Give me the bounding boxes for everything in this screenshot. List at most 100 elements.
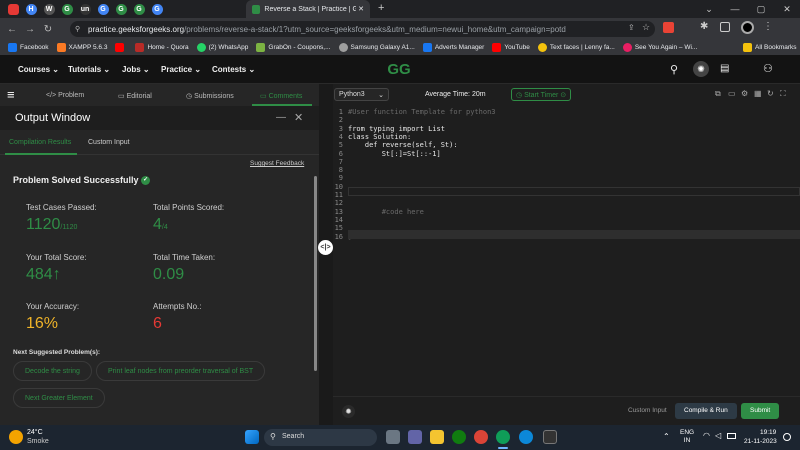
bookmark-samsung[interactable]: Samsung Galaxy A1... (338, 43, 415, 52)
bookmark-facebook[interactable]: Facebook (8, 43, 49, 52)
close-tab-icon[interactable]: ✕ (358, 5, 364, 13)
code-line[interactable]: #User function Template for python3 (348, 108, 496, 116)
bookmark-all[interactable]: All Bookmarks (743, 43, 797, 52)
code-line[interactable]: St[:]=St[::-1] (348, 150, 441, 158)
bookmark-see-you-again[interactable]: See You Again – Wi... (622, 43, 697, 52)
tab-compilation-results[interactable]: Compilation Results (9, 139, 71, 146)
tab-icon-2[interactable]: W (41, 2, 57, 16)
tab-icon-1[interactable]: H (23, 2, 39, 16)
split-view-icon[interactable]: ▦ (754, 89, 762, 98)
clock-date[interactable]: 21-11-2023 (744, 438, 777, 445)
bookmark-adverts[interactable]: Adverts Manager (422, 43, 484, 52)
xbox-icon[interactable] (452, 430, 466, 444)
tab-icon-8[interactable]: G (149, 2, 165, 16)
gmail-icon[interactable] (663, 22, 674, 33)
user-icon[interactable]: ⚇ (763, 62, 773, 75)
sidepanel-icon[interactable] (720, 22, 730, 32)
start-timer-button[interactable]: ◷ Start Timer ⊙ (511, 88, 572, 101)
youtube-tab-icon[interactable] (5, 2, 21, 16)
gfg-logo[interactable]: GG (381, 61, 417, 79)
suggestion-chip[interactable]: Next Greater Element (13, 388, 105, 408)
reset-icon[interactable]: ↻ (767, 89, 774, 98)
drag-handle-icon[interactable]: <|> (318, 240, 333, 255)
tab-icon-6[interactable]: G (113, 2, 129, 16)
extension-icon[interactable]: ✱ (700, 21, 708, 32)
edge-icon[interactable] (519, 430, 533, 444)
search-icon[interactable]: ⚲ (670, 63, 678, 76)
more-menu-icon[interactable]: ⋮ (763, 21, 773, 32)
compile-run-button[interactable]: Compile & Run (675, 403, 737, 419)
file-explorer-icon[interactable] (430, 430, 444, 444)
theme-toggle-icon[interactable]: ✺ (693, 61, 709, 77)
bookmark-textfaces[interactable]: Text faces | Lenny fa... (537, 43, 615, 52)
wifi-icon[interactable]: ◠ (703, 431, 710, 440)
reload-icon[interactable]: ↻ (39, 24, 57, 35)
bookmark-grabon[interactable]: GrabOn - Coupons,... (256, 43, 331, 52)
notification-icon[interactable] (783, 433, 791, 441)
chrome-active-icon[interactable] (496, 430, 510, 444)
language-select[interactable]: Python3 ⌄ (334, 88, 389, 101)
battery-icon[interactable] (727, 433, 736, 439)
copy-icon[interactable]: ▭ (728, 89, 736, 98)
windows-start-icon[interactable] (245, 430, 259, 444)
clock-time[interactable]: 19:19 (760, 429, 776, 436)
maximize-icon[interactable]: ▢ (748, 4, 774, 15)
tab-icon-7[interactable]: G (131, 2, 147, 16)
tab-icon-4[interactable]: un (77, 2, 93, 16)
back-icon[interactable]: ← (3, 24, 21, 35)
nav-contests[interactable]: Contests ⌄ (212, 65, 255, 74)
settings-icon[interactable]: ⚙ (741, 89, 748, 98)
active-tab[interactable]: Reverse a Stack | Practice | Geek ✕ (246, 0, 370, 18)
weather-icon[interactable] (9, 430, 23, 444)
nav-practice[interactable]: Practice ⌄ (161, 65, 201, 74)
bookmark-youtube[interactable]: YouTube (492, 43, 530, 52)
tab-icon-3[interactable]: G (59, 2, 75, 16)
tab-problem[interactable]: </> Problem (46, 92, 84, 99)
volume-icon[interactable]: ◁ (715, 431, 721, 440)
code-line[interactable]: #code here (348, 208, 424, 216)
tab-icon-5[interactable]: G (95, 2, 111, 16)
url-bar[interactable]: ⚲ practice.geeksforgeeks.org/problems/re… (70, 21, 655, 37)
forward-icon[interactable]: → (21, 24, 39, 35)
suggestion-chip[interactable]: Decode the string (13, 361, 92, 381)
tray-chevron-icon[interactable]: ⌃ (663, 432, 670, 441)
bookmark-star-icon[interactable]: ☆ (642, 22, 650, 33)
bookmark-whatsapp[interactable]: (2) WhatsApp (196, 43, 248, 52)
task-view-icon[interactable] (386, 430, 400, 444)
tab-editorial[interactable]: ▭ Editorial (118, 92, 152, 100)
panel-splitter[interactable]: <|> (318, 84, 333, 425)
bookmark-youtube-icon[interactable] (115, 43, 127, 52)
scrollbar-thumb[interactable] (314, 176, 317, 371)
nav-courses[interactable]: Courses ⌄ (18, 65, 59, 74)
chrome-icon[interactable] (474, 430, 488, 444)
code-line[interactable]: class Solution: (348, 133, 411, 141)
chevron-down-icon[interactable]: ⌄ (696, 4, 722, 15)
fullscreen-icon[interactable]: ⧉ (715, 89, 721, 99)
code-line[interactable]: def reverse(self, St): (348, 141, 458, 149)
nav-tutorials[interactable]: Tutorials ⌄ (68, 65, 110, 74)
bookmark-quora[interactable]: Home - Quora (135, 43, 189, 52)
language-indicator[interactable]: ENG IN (680, 429, 694, 445)
submit-button[interactable]: Submit (741, 403, 780, 419)
terminal-icon[interactable] (543, 430, 557, 444)
bug-icon[interactable]: ✹ (342, 405, 355, 418)
teams-icon[interactable] (408, 430, 422, 444)
nav-jobs[interactable]: Jobs ⌄ (122, 65, 150, 74)
minimize-icon[interactable]: — (722, 4, 748, 14)
new-tab-icon[interactable]: + (378, 2, 384, 14)
close-output-icon[interactable]: ✕ (294, 111, 303, 124)
minimize-output-icon[interactable]: — (276, 112, 286, 123)
share-icon[interactable]: ⇪ (628, 23, 635, 32)
suggest-feedback-link[interactable]: Suggest Feedback (250, 160, 304, 167)
hamburger-icon[interactable]: ≡ (7, 87, 15, 102)
tab-comments[interactable]: ▭ Comments (260, 92, 302, 100)
suggestion-chip[interactable]: Print leaf nodes from preorder traversal… (96, 361, 266, 381)
tab-submissions[interactable]: ◷ Submissions (186, 92, 234, 100)
avatar[interactable] (741, 21, 754, 34)
bookmark-xampp[interactable]: XAMPP 5.6.3 (56, 43, 107, 52)
site-info-icon[interactable]: ⚲ (75, 25, 80, 33)
close-window-icon[interactable]: ✕ (774, 4, 800, 15)
code-line[interactable]: from typing import List (348, 125, 445, 133)
custom-input-button[interactable]: Custom Input (628, 407, 667, 414)
taskbar-search[interactable]: ⚲ Search (264, 429, 377, 446)
